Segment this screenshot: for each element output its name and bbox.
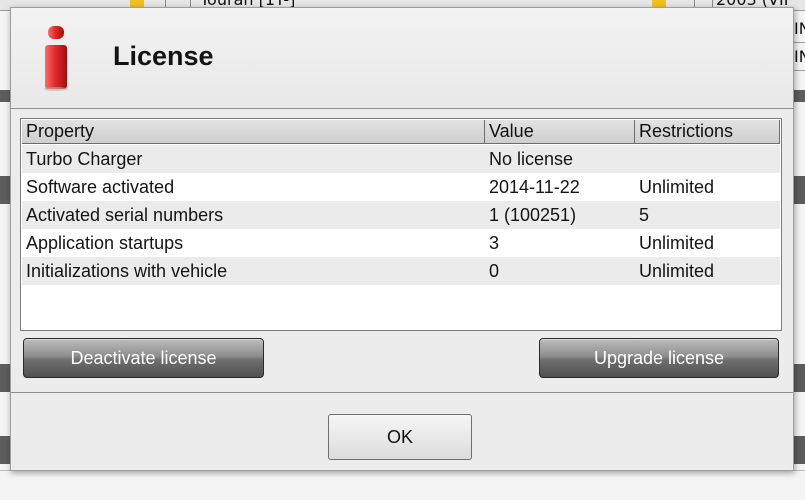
upgrade-license-button[interactable]: Upgrade license — [539, 338, 779, 378]
table-row[interactable]: Initializations with vehicle 0 Unlimited — [22, 257, 780, 285]
background-cell-text: IN — [794, 19, 805, 38]
table-row[interactable]: Application startups 3 Unlimited — [22, 229, 780, 257]
dialog-title: License — [113, 41, 214, 71]
dialog-header: License — [11, 8, 793, 109]
cell-value: 1 (100251) — [489, 205, 577, 225]
background-bottom-row — [0, 470, 805, 500]
cell-restrictions: Unlimited — [639, 261, 715, 281]
table-row[interactable]: Software activated 2014-11-22 Unlimited — [22, 173, 780, 201]
table-header: Property Value Restrictions — [22, 120, 780, 144]
license-table: Property Value Restrictions Turbo Charge… — [20, 118, 782, 331]
cell-property: Turbo Charger — [26, 149, 143, 169]
table-row[interactable]: Activated serial numbers 1 (100251) 5 — [22, 201, 780, 229]
info-icon — [44, 26, 68, 91]
background-cell-text: IN — [794, 47, 805, 66]
column-header-restrictions[interactable]: Restrictions — [635, 120, 780, 143]
deactivate-license-button[interactable]: Deactivate license — [23, 338, 264, 378]
cell-value: No license — [489, 149, 574, 169]
ok-button[interactable]: OK — [328, 414, 472, 460]
cell-restrictions — [635, 145, 784, 173]
footer-divider — [11, 392, 793, 393]
cell-property: Initializations with vehicle — [26, 261, 228, 281]
cell-property: Application startups — [26, 233, 184, 253]
background-row-dark — [0, 436, 10, 464]
table-row[interactable]: Turbo Charger No license — [22, 145, 780, 173]
column-header-value[interactable]: Value — [485, 120, 635, 143]
cell-restrictions: Unlimited — [639, 233, 715, 253]
background-row-dark — [0, 90, 10, 102]
cell-value: 0 — [489, 261, 500, 281]
cell-property: Activated serial numbers — [26, 205, 224, 225]
column-header-property[interactable]: Property — [22, 120, 485, 143]
license-dialog: License Property Value Restrictions Turb… — [10, 7, 794, 471]
cell-restrictions: Unlimited — [639, 177, 715, 197]
cell-restrictions: 5 — [639, 205, 650, 225]
background-row-dark — [0, 176, 10, 204]
cell-value: 3 — [489, 233, 500, 253]
background-row-dark — [0, 364, 10, 392]
cell-property: Software activated — [26, 177, 175, 197]
cell-value: 2014-11-22 — [489, 177, 580, 197]
